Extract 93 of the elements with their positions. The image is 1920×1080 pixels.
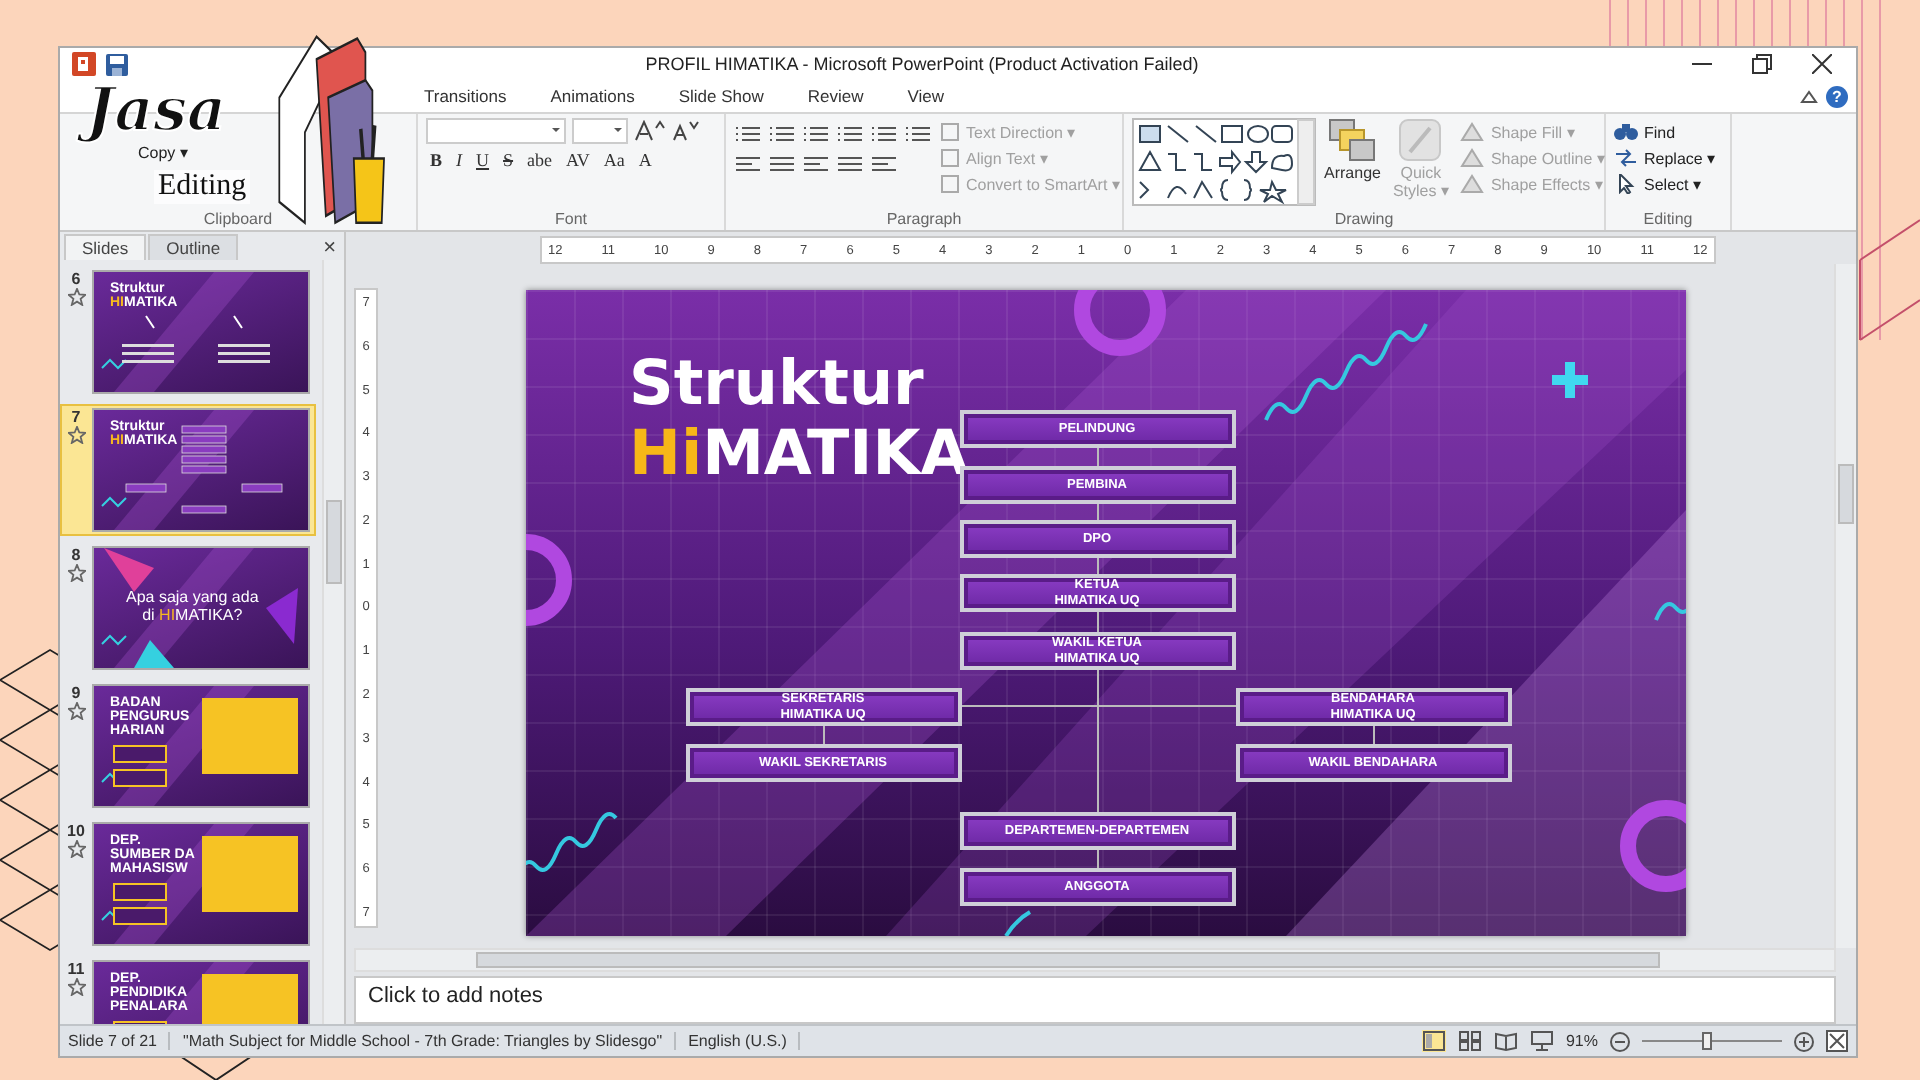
group-label: Editing bbox=[1641, 208, 1695, 230]
dropdown-caret-icon[interactable] bbox=[614, 128, 622, 136]
zoom-in-icon[interactable] bbox=[1794, 1031, 1814, 1051]
list-icon[interactable] bbox=[802, 124, 830, 146]
close-icon[interactable] bbox=[1812, 54, 1832, 74]
align-icon[interactable] bbox=[734, 154, 762, 176]
ribbon-tab[interactable]: Slide Show bbox=[658, 84, 784, 108]
scrollbar[interactable] bbox=[354, 948, 1836, 972]
pointer-icon bbox=[1614, 174, 1638, 194]
group-label: Paragraph bbox=[884, 208, 964, 230]
editing-command[interactable]: Select ▾ bbox=[1644, 175, 1701, 193]
status-language[interactable]: English (U.S.) bbox=[688, 1032, 801, 1050]
save-icon[interactable] bbox=[106, 53, 128, 75]
slide-number: 8 bbox=[71, 546, 81, 564]
fit-to-window-icon[interactable] bbox=[1826, 1030, 1848, 1052]
status-theme-name: "Math Subject for Middle School - 7th Grade: Triangles by Slidesgo" bbox=[182, 1032, 677, 1050]
slide-number: 6 bbox=[71, 270, 81, 288]
editing-command[interactable]: Find bbox=[1644, 123, 1676, 141]
font-size-field[interactable] bbox=[572, 118, 628, 144]
list-icon[interactable] bbox=[734, 124, 762, 146]
close-pane-button[interactable]: × bbox=[323, 236, 344, 260]
quick-styles-icon bbox=[1398, 118, 1443, 162]
ribbon-tab[interactable]: View bbox=[887, 84, 965, 108]
restore-icon[interactable] bbox=[1752, 54, 1772, 74]
star-icon bbox=[67, 288, 85, 306]
connector-line bbox=[822, 723, 824, 745]
slide-number: 7 bbox=[71, 408, 81, 426]
format-button[interactable]: Aa bbox=[599, 150, 629, 170]
dropdown-caret-icon[interactable] bbox=[552, 128, 560, 136]
arrange-button[interactable]: Arrange bbox=[1324, 118, 1381, 208]
editing-command[interactable]: Replace ▾ bbox=[1644, 149, 1716, 167]
scrollbar[interactable] bbox=[322, 260, 344, 1024]
notes-field[interactable]: Click to add notes bbox=[354, 976, 1836, 1024]
replace-icon bbox=[1614, 148, 1638, 168]
logo-subtitle: Editing bbox=[154, 170, 251, 204]
format-button[interactable]: AV bbox=[562, 150, 594, 170]
scrollbar[interactable] bbox=[1834, 264, 1856, 948]
collapse-ribbon-icon[interactable] bbox=[1800, 89, 1818, 103]
font-name-field[interactable] bbox=[426, 118, 566, 144]
group-label: Drawing bbox=[1332, 208, 1396, 230]
status-slide-count: Slide 7 of 21 bbox=[68, 1032, 171, 1050]
shapes-gallery[interactable] bbox=[1132, 118, 1316, 206]
normal-view-icon[interactable] bbox=[1421, 1030, 1446, 1052]
align-icon[interactable] bbox=[802, 154, 830, 176]
star-icon bbox=[67, 702, 85, 720]
star-icon bbox=[67, 978, 85, 996]
copy-button[interactable]: Copy ▾ bbox=[138, 144, 408, 162]
slide-thumbnail-row[interactable]: 8 Apa saja yang ada di HIMATIKA? bbox=[60, 542, 316, 674]
shape-format-icon bbox=[1460, 148, 1485, 168]
grow-font-icon[interactable] bbox=[634, 120, 666, 142]
thumbnail-title: Apa saja yang ada di HIMATIKA? bbox=[126, 588, 259, 624]
group-label: Clipboard bbox=[201, 208, 275, 230]
ribbon-tab[interactable]: Review bbox=[787, 84, 884, 108]
align-icon[interactable] bbox=[870, 154, 898, 176]
slide-number: 10 bbox=[67, 822, 85, 840]
ribbon-tab[interactable]: Transitions bbox=[404, 84, 527, 108]
powerpoint-icon[interactable] bbox=[72, 52, 96, 76]
format-button[interactable]: abe bbox=[523, 150, 557, 170]
star-icon bbox=[67, 564, 85, 582]
help-button[interactable]: ? bbox=[1826, 85, 1848, 107]
pane-tab[interactable]: Outline bbox=[148, 234, 239, 260]
pane-tab[interactable]: Slides bbox=[64, 234, 147, 260]
zoom-out-icon[interactable] bbox=[1610, 1031, 1630, 1051]
slide-sorter-icon[interactable] bbox=[1457, 1030, 1482, 1052]
list-icon[interactable] bbox=[768, 124, 796, 146]
shrink-font-icon[interactable] bbox=[672, 120, 700, 142]
slide-number: 9 bbox=[71, 684, 81, 702]
binoculars-icon bbox=[1614, 122, 1638, 142]
list-icon[interactable] bbox=[870, 124, 898, 146]
align-icon[interactable] bbox=[768, 154, 796, 176]
zoom-level[interactable]: 91% bbox=[1565, 1032, 1598, 1050]
window-title: PROFIL HIMATIKA - Microsoft PowerPoint (Product Activation Failed) bbox=[643, 54, 1201, 74]
list-icon[interactable] bbox=[904, 124, 932, 146]
format-button[interactable]: S bbox=[499, 150, 518, 170]
ribbon-tab[interactable]: Animations bbox=[530, 84, 655, 108]
format-button[interactable]: B bbox=[426, 150, 447, 170]
align-icon[interactable] bbox=[836, 154, 864, 176]
group-label: Font bbox=[552, 208, 589, 230]
list-icon[interactable] bbox=[836, 124, 864, 146]
slide-number: 11 bbox=[67, 960, 85, 978]
format-button[interactable]: A bbox=[634, 150, 656, 170]
slideshow-icon[interactable] bbox=[1529, 1030, 1554, 1052]
star-icon bbox=[67, 426, 85, 444]
shape-format-icon bbox=[1460, 122, 1485, 142]
slide-thumbnail[interactable]: Apa saja yang ada di HIMATIKA? bbox=[92, 546, 310, 670]
shape-format-icon bbox=[1460, 174, 1485, 194]
format-button[interactable]: I bbox=[452, 150, 467, 170]
reading-view-icon[interactable] bbox=[1493, 1030, 1518, 1052]
arrange-icon bbox=[1328, 118, 1377, 162]
star-icon bbox=[67, 840, 85, 858]
zoom-slider-thumb[interactable] bbox=[1701, 1032, 1712, 1050]
connector-line bbox=[1372, 723, 1374, 745]
format-button[interactable]: U bbox=[472, 150, 494, 170]
